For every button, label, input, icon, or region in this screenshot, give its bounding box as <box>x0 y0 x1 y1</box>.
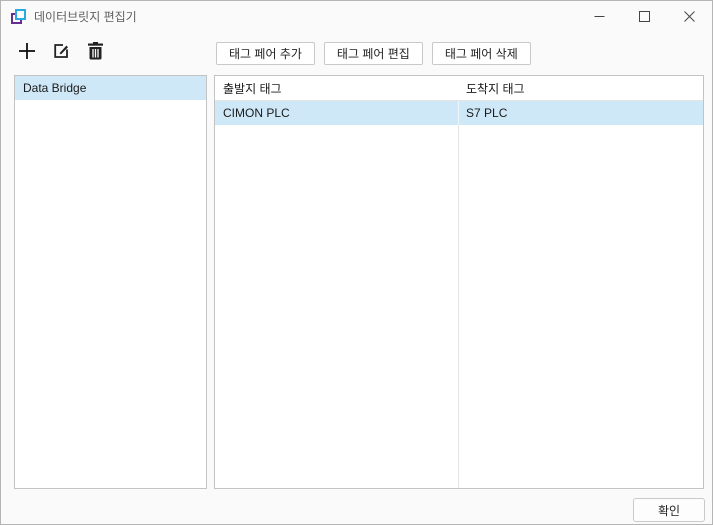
close-button[interactable] <box>667 1 712 32</box>
title-bar: 데이터브릿지 편집기 <box>1 1 712 32</box>
delete-icon[interactable] <box>85 41 105 61</box>
window-controls <box>577 1 712 32</box>
maximize-button[interactable] <box>622 1 667 32</box>
add-icon[interactable] <box>17 41 37 61</box>
bridge-list-item[interactable]: Data Bridge <box>15 76 206 100</box>
tag-pair-buttons: 태그 페어 추가 태그 페어 편집 태그 페어 삭제 <box>216 42 531 65</box>
source-tag-cell: CIMON PLC <box>215 106 458 120</box>
delete-tag-pair-button[interactable]: 태그 페어 삭제 <box>432 42 531 65</box>
edit-icon[interactable] <box>51 41 71 61</box>
table-header-row: 출발지 태그 도착지 태그 <box>215 76 703 101</box>
column-divider <box>458 76 459 488</box>
row-cell-divider <box>458 101 459 125</box>
table-row[interactable]: CIMON PLC S7 PLC <box>215 101 703 125</box>
bridge-item-label: Data Bridge <box>23 81 86 95</box>
logo-blue-square <box>15 9 26 20</box>
destination-tag-cell: S7 PLC <box>458 106 703 120</box>
window-title: 데이터브릿지 편집기 <box>34 8 137 25</box>
add-tag-pair-button[interactable]: 태그 페어 추가 <box>216 42 315 65</box>
minimize-button[interactable] <box>577 1 622 32</box>
edit-tag-pair-button[interactable]: 태그 페어 편집 <box>324 42 423 65</box>
destination-tag-column-header[interactable]: 도착지 태그 <box>458 80 703 97</box>
source-tag-column-header[interactable]: 출발지 태그 <box>215 80 458 97</box>
data-bridge-editor-window: 데이터브릿지 편집기 <box>0 0 713 525</box>
toolbar: 태그 페어 추가 태그 페어 편집 태그 페어 삭제 <box>1 39 712 67</box>
bridge-list-panel: Data Bridge <box>14 75 207 489</box>
ok-button[interactable]: 확인 <box>633 498 705 522</box>
toolbar-icons <box>17 41 105 61</box>
tag-pair-table: 출발지 태그 도착지 태그 CIMON PLC S7 PLC <box>214 75 704 489</box>
app-logo-icon <box>11 9 26 24</box>
